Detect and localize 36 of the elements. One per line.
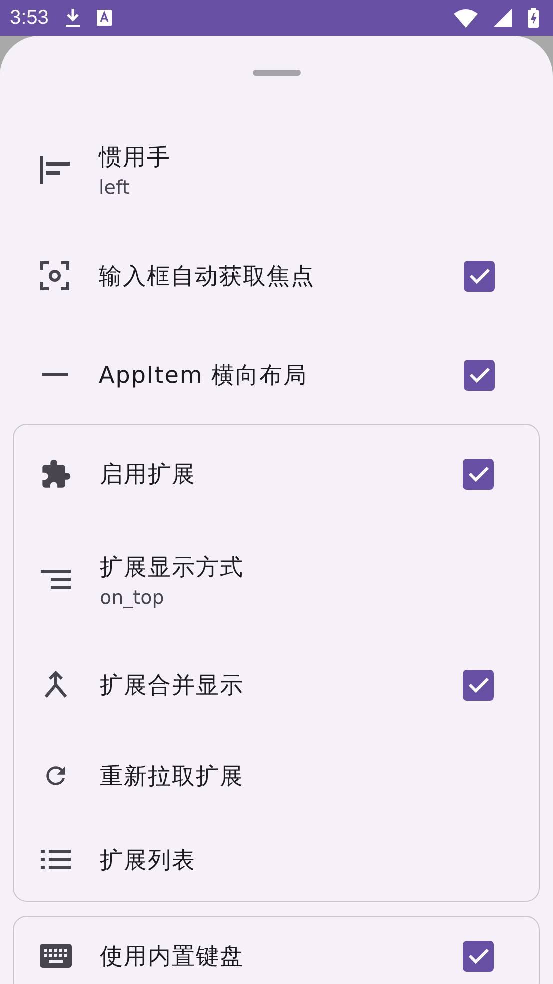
battery-icon <box>528 8 539 28</box>
check-icon <box>468 366 490 384</box>
check-icon <box>468 947 490 965</box>
setting-title[interactable]: AppItem 横向布局 <box>99 360 464 390</box>
setting-value: left <box>99 176 131 198</box>
check-icon <box>468 676 490 694</box>
setting-title[interactable]: 扩展列表 <box>100 844 494 876</box>
check-icon <box>468 465 490 483</box>
align-left-icon <box>39 154 71 186</box>
setting-value: on_top <box>100 586 166 608</box>
checkbox[interactable] <box>464 260 495 292</box>
merge-icon <box>44 671 68 699</box>
download-icon <box>64 8 81 28</box>
drag-handle[interactable] <box>252 70 300 76</box>
focus-icon <box>40 261 70 291</box>
setting-title[interactable]: 启用扩展 <box>100 458 463 490</box>
checkbox[interactable] <box>463 670 494 700</box>
keyboard-icon <box>40 944 72 968</box>
setting-title[interactable]: 输入框自动获取焦点 <box>99 260 464 292</box>
setting-title[interactable]: 使用内置键盘 <box>100 940 463 972</box>
signal-icon <box>494 9 512 27</box>
setting-title[interactable]: 扩展合并显示 <box>100 670 463 700</box>
list-icon <box>41 850 71 870</box>
app-notification-icon <box>96 10 112 26</box>
checkbox[interactable] <box>464 360 495 390</box>
puzzle-icon <box>40 458 72 490</box>
minus-icon <box>42 373 68 377</box>
checkbox[interactable] <box>463 458 494 490</box>
setting-title[interactable]: 扩展显示方式 <box>100 552 494 582</box>
checkbox[interactable] <box>463 940 494 972</box>
status-time: 3:53 <box>10 6 49 30</box>
sort-lines-icon <box>41 570 71 590</box>
wifi-icon <box>454 8 478 28</box>
setting-title[interactable]: 重新拉取扩展 <box>100 760 494 792</box>
check-icon <box>468 267 490 285</box>
setting-title[interactable]: 惯用手 <box>99 142 495 172</box>
